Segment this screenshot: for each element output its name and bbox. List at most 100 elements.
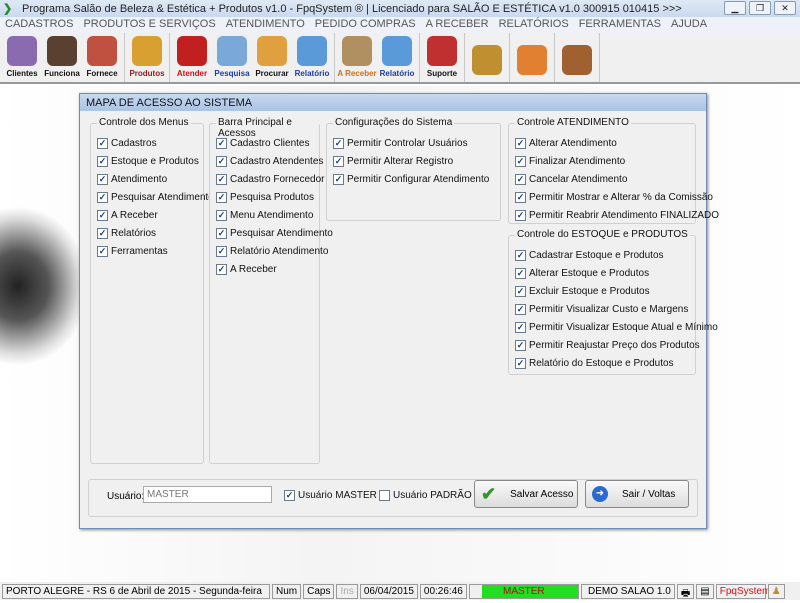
permission-label: Cadastrar Estoque e Produtos: [529, 249, 664, 261]
permission-label: Permitir Mostrar e Alterar % da Comissão: [529, 191, 713, 203]
permission-checkbox[interactable]: ✓ Permitir Reajustar Preço dos Produtos: [515, 336, 700, 354]
computer-icon[interactable]: ▤: [696, 583, 714, 599]
toolbar-button-12[interactable]: [512, 33, 552, 82]
permission-checkbox[interactable]: ✓ Ferramentas: [97, 242, 168, 260]
permission-label: Relatórios: [111, 227, 157, 239]
permission-checkbox[interactable]: ✓ A Receber: [97, 206, 158, 224]
toolbar-button-0[interactable]: Clientes: [2, 33, 42, 82]
menu-item-0[interactable]: CADASTROS: [0, 17, 78, 33]
permission-checkbox[interactable]: ✓ Cancelar Atendimento: [515, 170, 627, 188]
permission-checkbox[interactable]: ✓ Cadastro Clientes: [216, 134, 309, 152]
permission-checkbox[interactable]: ✓ Alterar Atendimento: [515, 134, 617, 152]
permission-checkbox[interactable]: ✓ Permitir Mostrar e Alterar % da Comissã…: [515, 188, 713, 206]
menu-item-4[interactable]: A RECEBER: [421, 17, 494, 33]
permission-label: Cadastros: [111, 137, 157, 149]
toolbar-button-4[interactable]: Atender: [172, 33, 212, 82]
permission-checkbox[interactable]: ✓ Cadastro Atendentes: [216, 152, 323, 170]
permission-checkbox[interactable]: ✓ Permitir Controlar Usuários: [333, 134, 468, 152]
master-checkbox[interactable]: ✓ Usuário MASTER: [284, 486, 377, 504]
toolbar-icon: [257, 36, 287, 66]
toolbar-button-7[interactable]: Relatório: [292, 33, 332, 82]
permission-checkbox[interactable]: ✓ Permitir Alterar Registro: [333, 152, 453, 170]
toolbar-icon: [562, 45, 592, 75]
permission-label: Estoque e Produtos: [111, 155, 199, 167]
exit-button[interactable]: ➜ Sair / Voltas: [585, 480, 689, 508]
permission-checkbox[interactable]: ✓ Cadastros: [97, 134, 157, 152]
permission-label: Permitir Visualizar Custo e Margens: [529, 303, 689, 315]
toolbar-button-13[interactable]: [557, 33, 597, 82]
permission-checkbox[interactable]: ✓ Permitir Visualizar Custo e Margens: [515, 300, 688, 318]
toolbar-button-8[interactable]: A Receber: [337, 33, 377, 82]
permission-label: Relatório do Estoque e Produtos: [529, 357, 674, 369]
menu-item-5[interactable]: RELATÓRIOS: [494, 17, 574, 33]
save-button[interactable]: ✔ Salvar Acesso: [474, 480, 578, 508]
check-icon: ✔: [481, 483, 497, 504]
padrao-checkbox[interactable]: Usuário PADRÃO: [379, 486, 472, 504]
permission-checkbox[interactable]: ✓ Permitir Visualizar Estoque Atual e Mín…: [515, 318, 718, 336]
menu-item-2[interactable]: ATENDIMENTO: [221, 17, 310, 33]
permission-checkbox[interactable]: ✓ Finalizar Atendimento: [515, 152, 625, 170]
permission-checkbox[interactable]: ✓ Estoque e Produtos: [97, 152, 199, 170]
checkbox-box: [379, 489, 390, 501]
permission-checkbox[interactable]: ✓ Relatório do Estoque e Produtos: [515, 354, 674, 372]
group-barra: Barra Principal e Acessos ✓ Cadastro Clien…: [209, 117, 333, 464]
permission-checkbox[interactable]: ✓ Alterar Estoque e Produtos: [515, 264, 649, 282]
checkbox-box: ✓: [97, 191, 108, 203]
minimize-button[interactable]: ▁: [724, 1, 746, 15]
group-config: Configurações do Sistema ✓ Permitir Contro…: [326, 117, 501, 221]
checkbox-box: ✓: [515, 357, 526, 369]
toolbar-button-6[interactable]: Procurar: [252, 33, 292, 82]
permission-checkbox[interactable]: ✓ Menu Atendimento: [216, 206, 313, 224]
menu-item-7[interactable]: AJUDA: [666, 17, 712, 33]
window-title: Programa Salão de Beleza & Estética + Pr…: [22, 2, 682, 15]
status-date: 06/04/2015: [359, 583, 418, 599]
menu-item-3[interactable]: PEDIDO COMPRAS: [310, 17, 421, 33]
toolbar-group: [510, 33, 555, 82]
checkbox-box: ✓: [333, 155, 344, 167]
toolbar-button-3[interactable]: Produtos: [127, 33, 167, 82]
exit-label: Sair / Voltas: [622, 488, 676, 500]
checkbox-box: ✓: [515, 339, 526, 351]
permission-checkbox[interactable]: ✓ Cadastro Fornecedor: [216, 170, 325, 188]
menu-item-1[interactable]: PRODUTOS E SERVIÇOS: [78, 17, 220, 33]
toolbar-button-1[interactable]: Funciona: [42, 33, 82, 82]
toolbar-icon: [7, 36, 37, 66]
checkbox-box: ✓: [515, 155, 526, 167]
checkbox-box: ✓: [515, 285, 526, 297]
close-button[interactable]: ✕: [774, 1, 796, 15]
permission-label: Pesquisar Atendimento: [230, 227, 333, 239]
permission-checkbox[interactable]: ✓ Pesquisar Atendimento: [216, 224, 333, 242]
toolbar-button-11[interactable]: [467, 33, 507, 82]
user-input[interactable]: [143, 486, 272, 503]
toolbar-button-10[interactable]: Suporte: [422, 33, 462, 82]
permission-label: Relatório Atendimento: [230, 245, 329, 257]
permission-checkbox[interactable]: ✓ Permitir Configurar Atendimento: [333, 170, 489, 188]
permission-checkbox[interactable]: ✓ Relatório Atendimento: [216, 242, 328, 260]
toolbar-button-9[interactable]: Relatório: [377, 33, 417, 82]
permission-checkbox[interactable]: ✓ Permitir Reabrir Atendimento FINALIZADO: [515, 206, 719, 224]
permission-checkbox[interactable]: ✓ Relatórios: [97, 224, 156, 242]
toolbar-group: A Receber Relatório: [335, 33, 420, 82]
permission-checkbox[interactable]: ✓ Pesquisa Produtos: [216, 188, 314, 206]
toolbar-icon: [87, 36, 117, 66]
checkbox-box: ✓: [216, 191, 227, 203]
toolbar-button-2[interactable]: Fornece: [82, 33, 122, 82]
users-icon[interactable]: ♟: [767, 583, 785, 599]
permission-label: Ferramentas: [111, 245, 168, 257]
permission-checkbox[interactable]: ✓ Pesquisar Atendimento: [97, 188, 214, 206]
toolbar-label: A Receber: [337, 69, 377, 78]
group-menus: Controle dos Menus ✓ Cadastros ✓ Estoque e P…: [90, 117, 214, 464]
permission-checkbox[interactable]: ✓ Atendimento: [97, 170, 167, 188]
status-bar: PORTO ALEGRE - RS 6 de Abril de 2015 - S…: [0, 582, 800, 600]
permission-label: Excluir Estoque e Produtos: [529, 285, 650, 297]
printer-icon[interactable]: 🖶: [676, 583, 695, 599]
permission-checkbox[interactable]: ✓ Excluir Estoque e Produtos: [515, 282, 650, 300]
menu-item-6[interactable]: FERRAMENTAS: [574, 17, 666, 33]
maximize-button[interactable]: ❐: [749, 1, 771, 15]
toolbar-icon: [177, 36, 207, 66]
user-label: Usuário:: [107, 491, 145, 502]
permission-checkbox[interactable]: ✓ Cadastrar Estoque e Produtos: [515, 246, 664, 264]
eye-image: [0, 206, 90, 366]
toolbar-button-5[interactable]: Pesquisa: [212, 33, 252, 82]
permission-checkbox[interactable]: ✓ A Receber: [216, 260, 277, 278]
